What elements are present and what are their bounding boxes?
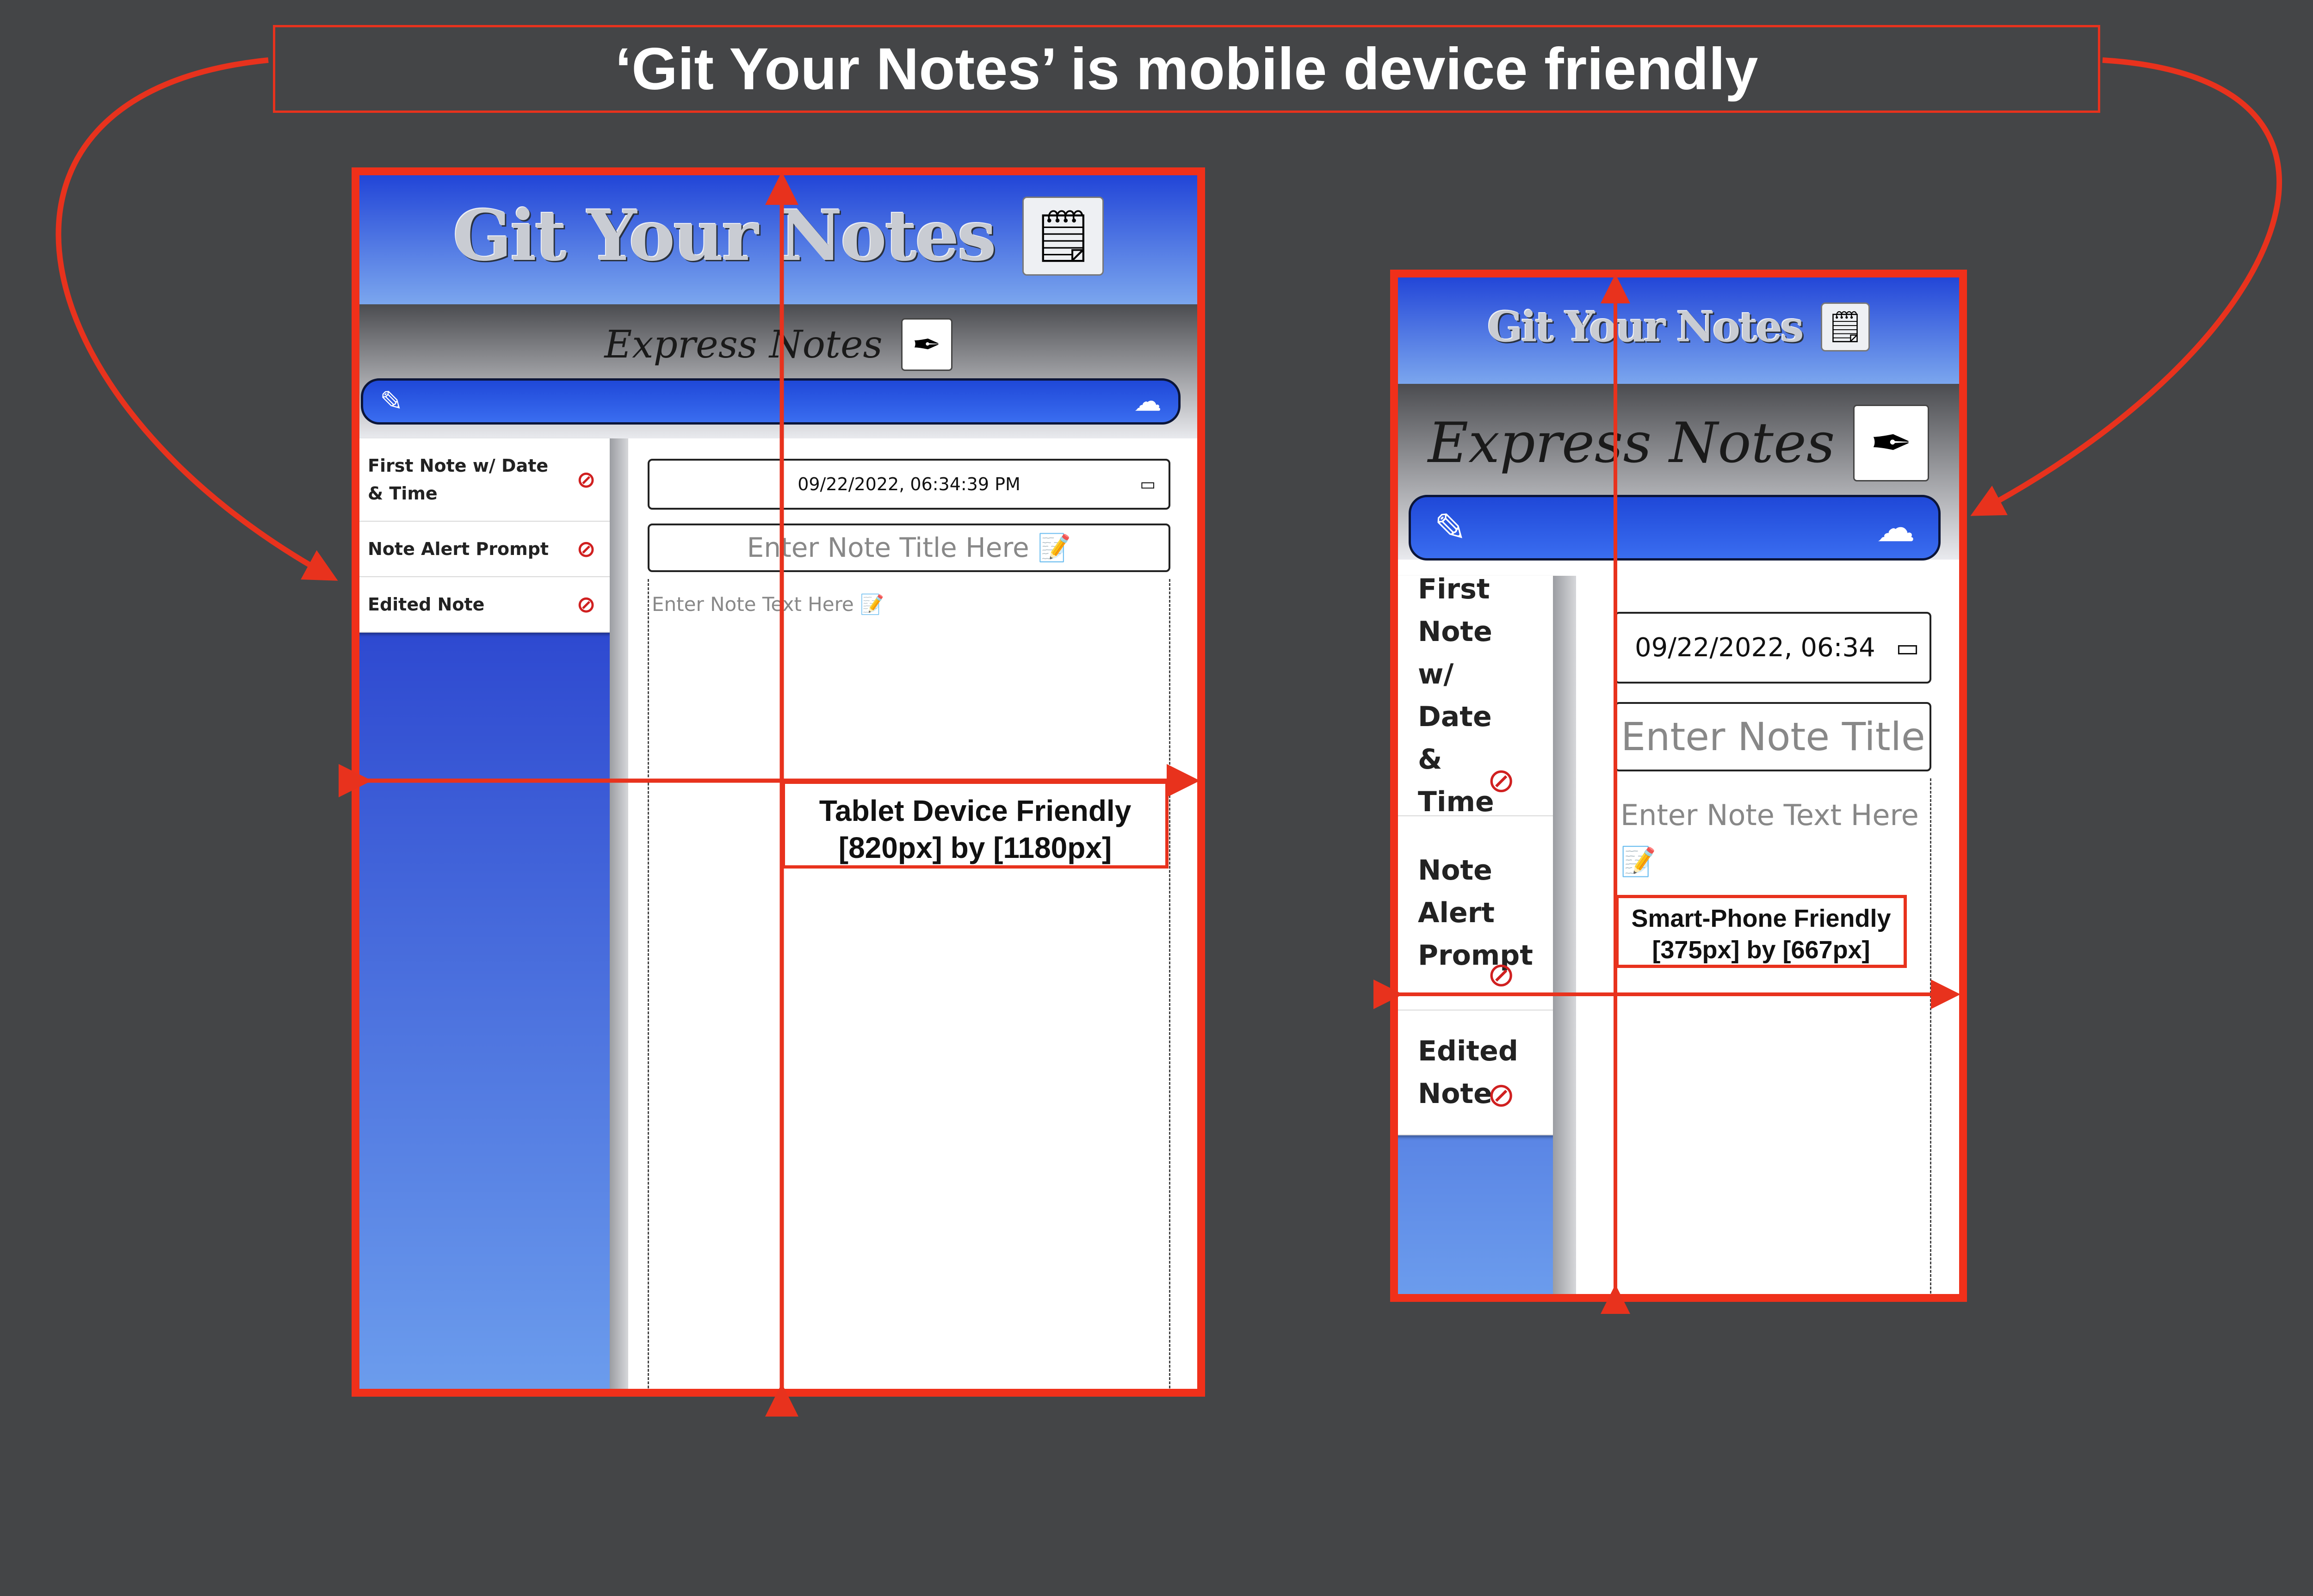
phone-dimension-arrows bbox=[1373, 274, 1960, 1314]
phone-size-label: Smart-Phone Friendly [375px] by [667px] bbox=[1615, 895, 1907, 968]
